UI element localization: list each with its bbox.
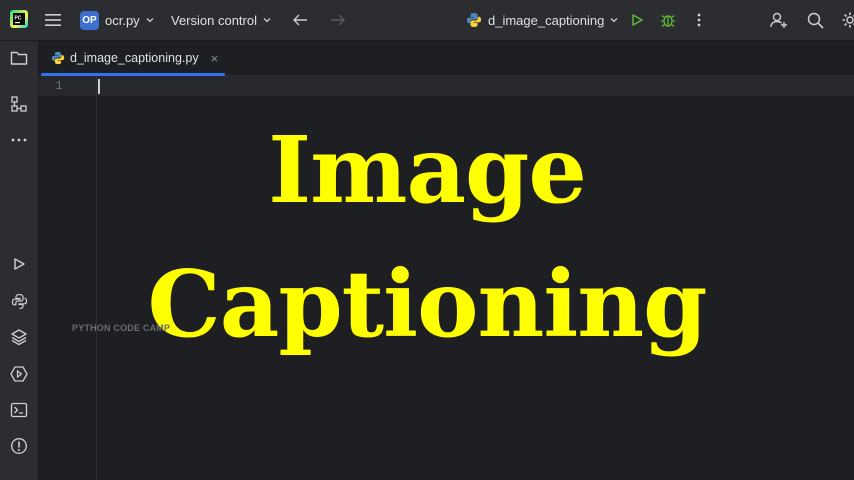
chevron-down-icon	[263, 18, 271, 23]
text-caret	[98, 79, 100, 94]
chevron-down-icon	[146, 18, 154, 23]
chevron-down-icon	[610, 18, 618, 23]
problems-icon[interactable]	[4, 432, 34, 460]
vcs-widget[interactable]: Version control	[171, 0, 272, 40]
overlay-title-line2: Captioning	[147, 250, 707, 358]
tab-label: d_image_captioning.py	[70, 51, 199, 65]
more-vertical-icon[interactable]	[689, 10, 709, 30]
terminal-icon[interactable]	[4, 396, 34, 424]
run-icon[interactable]	[627, 10, 647, 30]
services-icon[interactable]	[4, 360, 34, 388]
watermark: PYTHON CODE CAMP	[72, 323, 171, 333]
debug-icon[interactable]	[658, 10, 678, 30]
python-file-icon	[467, 13, 481, 27]
svg-text:PC: PC	[15, 16, 22, 22]
overlay-title-line1: Image	[268, 116, 587, 224]
editor-tabs: d_image_captioning.py ×	[39, 41, 854, 76]
project-widget[interactable]: OP ocr.py	[80, 0, 155, 40]
title-bar: PC OP ocr.py Version control d_image_cap…	[0, 0, 854, 41]
main-menu-icon[interactable]	[43, 10, 63, 30]
search-icon[interactable]	[804, 10, 826, 30]
vcs-label: Version control	[171, 12, 257, 28]
structure-icon[interactable]	[4, 90, 34, 118]
current-line-highlight	[39, 76, 854, 96]
project-name: ocr.py	[105, 12, 140, 28]
tab-d-image-captioning[interactable]: d_image_captioning.py ×	[41, 41, 225, 76]
add-user-icon[interactable]	[768, 10, 790, 30]
settings-icon[interactable]	[840, 10, 854, 30]
pycharm-logo-icon[interactable]: PC	[10, 10, 28, 28]
close-icon[interactable]: ×	[211, 51, 219, 66]
line-number: 1	[55, 79, 63, 93]
run-config-name: d_image_captioning	[488, 12, 605, 28]
python-file-icon	[51, 51, 65, 65]
project-badge: OP	[80, 10, 99, 30]
project-folder-icon[interactable]	[4, 44, 34, 72]
forward-arrow-icon[interactable]	[328, 10, 348, 30]
back-arrow-icon[interactable]	[290, 10, 310, 30]
run-configuration-selector[interactable]: d_image_captioning	[466, 0, 619, 40]
